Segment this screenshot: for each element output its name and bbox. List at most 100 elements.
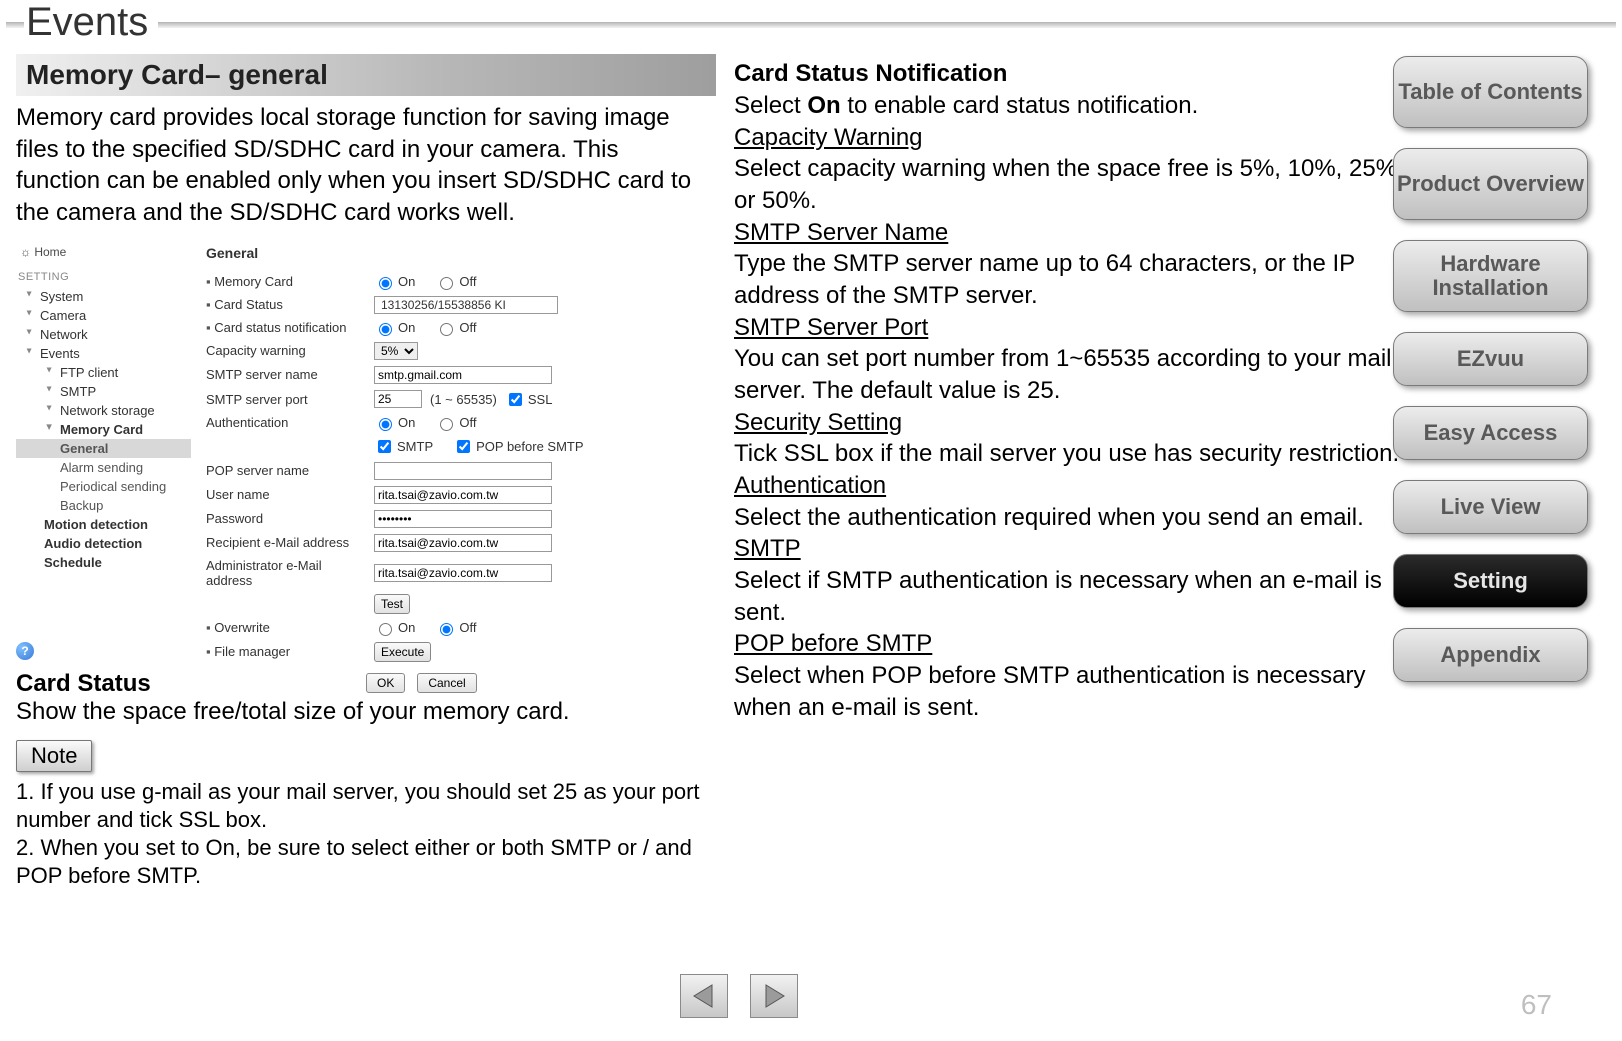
nav-appendix[interactable]: Appendix [1393,628,1588,682]
auth-on-radio[interactable]: On [374,415,415,431]
user-input[interactable] [374,486,552,504]
tree-network-storage[interactable]: ▸Network storage [16,401,191,420]
recipient-input[interactable] [374,534,552,552]
prev-page-button[interactable] [680,974,728,1018]
capacity-label: Capacity warning [206,343,366,358]
tree-backup[interactable]: Backup [16,496,191,515]
mid-h7: SMTP [734,535,801,562]
pass-input[interactable] [374,510,552,528]
tree-events[interactable]: ▸Events [16,344,191,363]
mid-p5: Tick SSL box if the mail server you use … [734,438,1414,470]
nav-live-view[interactable]: Live View [1393,480,1588,534]
tree-periodical[interactable]: Periodical sending [16,477,191,496]
radio-label: Off [459,320,476,335]
check-label: SMTP [397,439,433,454]
tree-motion[interactable]: Motion detection [16,515,191,534]
auth-label: Authentication [206,415,366,430]
embedded-settings-panel: ☼ Home SETTING ▸System ▸Camera ▸Network … [16,235,716,660]
mid-p7: Select if SMTP authentication is necessa… [734,565,1414,628]
smtp-port-input[interactable] [374,390,422,408]
pop-server-label: POP server name [206,463,366,478]
overwrite-on-radio[interactable]: On [374,620,415,636]
tree-label: Memory Card [60,422,143,437]
execute-button[interactable]: Execute [374,642,431,662]
smtp-name-input[interactable] [374,366,552,384]
nav-hardware-installation[interactable]: Hardware Installation [1393,240,1588,312]
tree-memory-card[interactable]: ▸ Memory Card [16,420,191,439]
tree-audio[interactable]: Audio detection [16,534,191,553]
tree-label: Events [40,346,80,361]
card-status-label: Card Status [206,297,366,312]
mid-p8: Select when POP before SMTP authenticati… [734,660,1414,723]
home-link[interactable]: ☼ Home [16,241,191,269]
tree-schedule[interactable]: Schedule [16,553,191,572]
nav-ezvuu[interactable]: EZvuu [1393,332,1588,386]
form-title: General [206,245,716,261]
test-button[interactable]: Test [374,594,410,614]
tree-label: FTP client [60,365,118,380]
mid-h6: Authentication [734,472,886,499]
caret-icon: ▸ [24,329,35,339]
ok-button[interactable]: OK [366,673,405,693]
nav-easy-access[interactable]: Easy Access [1393,406,1588,460]
nav-product-overview[interactable]: Product Overview [1393,148,1588,220]
tree-system[interactable]: ▸System [16,287,191,306]
next-page-button[interactable] [750,974,798,1018]
notification-on-radio[interactable]: On [374,320,415,336]
note-line-2: 2. When you set to On, be sure to select… [16,834,716,890]
check-label: POP before SMTP [476,439,583,454]
capacity-select[interactable]: 5% [374,342,418,360]
notification-off-radio[interactable]: Off [435,320,476,336]
auth-off-radio[interactable]: Off [435,415,476,431]
mid-p2: Select capacity warning when the space f… [734,153,1414,216]
tree-label: Motion detection [44,517,148,532]
memory-card-on-radio[interactable]: On [374,274,415,290]
mid-p3: Type the SMTP server name up to 64 chara… [734,248,1414,311]
pop-checkbox[interactable]: POP before SMTP [453,437,583,456]
help-icon[interactable]: ? [16,642,34,660]
radio-label: On [398,415,415,430]
page-number: 67 [1521,989,1552,1021]
admin-input[interactable] [374,564,552,582]
radio-label: On [398,274,415,289]
note-line-1: 1. If you use g-mail as your mail server… [16,778,716,834]
tree-camera[interactable]: ▸Camera [16,306,191,325]
tree-label: Network [40,327,88,342]
mid-h1: Card Status Notification [734,60,1414,88]
tree-general[interactable]: General [16,439,191,458]
tree-network[interactable]: ▸ Network [16,325,191,344]
radio-label: On [398,320,415,335]
note-button[interactable]: Note [16,740,92,772]
caret-icon: ▸ [24,310,35,320]
radio-label: Off [459,415,476,430]
tree-label: Schedule [44,555,102,570]
ssl-checkbox[interactable]: SSL [505,390,553,409]
notification-label: Card status notification [206,320,366,335]
memory-card-off-radio[interactable]: Off [435,274,476,290]
mid-h8: POP before SMTP [734,630,932,657]
tree-label: Audio detection [44,536,142,551]
arrow-left-icon [690,982,718,1010]
caret-icon: ▸ [44,405,55,415]
nav-toc[interactable]: Table of Contents [1393,56,1588,128]
tree-alarm[interactable]: Alarm sending [16,458,191,477]
tree-label: General [60,441,108,456]
arrow-right-icon [760,982,788,1010]
overwrite-off-radio[interactable]: Off [435,620,476,636]
pass-label: Password [206,511,366,526]
nav-setting[interactable]: Setting [1393,554,1588,608]
cancel-button[interactable]: Cancel [417,673,476,693]
caret-icon: ▸ [44,424,55,434]
card-status-text: Show the space free/total size of your m… [16,698,716,726]
mid-h3: SMTP Server Name [734,219,948,246]
caret-icon: ▸ [24,291,35,301]
tree-smtp[interactable]: ▸SMTP [16,382,191,401]
tree-ftp[interactable]: ▸FTP client [16,363,191,382]
intro-text: Memory card provides local storage funct… [16,102,696,229]
admin-label: Administrator e-Mail address [206,558,366,588]
smtp-port-label: SMTP server port [206,392,366,407]
smtp-port-hint: (1 ~ 65535) [430,392,497,407]
smtp-checkbox[interactable]: SMTP [374,437,433,456]
pop-server-input[interactable] [374,462,552,480]
smtp-name-label: SMTP server name [206,367,366,382]
